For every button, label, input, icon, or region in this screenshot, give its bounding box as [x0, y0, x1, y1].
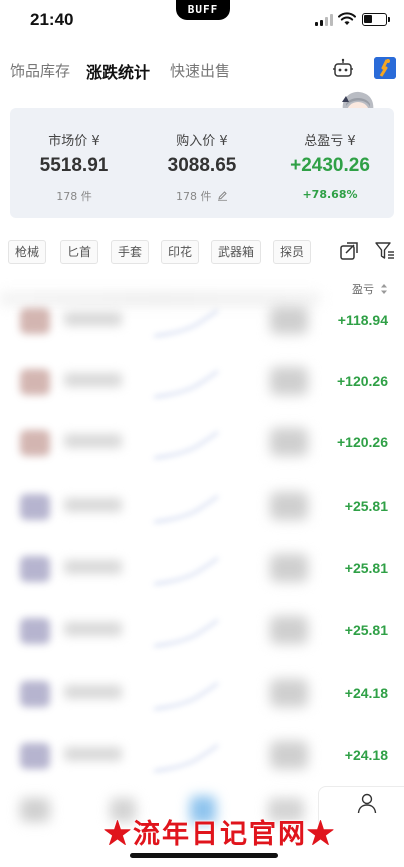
summary-card: 市场价 ¥ 5518.91 178 件 购入价 ¥ 3088.65 178 件 … — [10, 108, 394, 218]
table-row[interactable]: +24.18 — [0, 727, 404, 789]
chip-agents[interactable]: 探员 — [273, 240, 312, 264]
robot-icon[interactable] — [332, 58, 354, 80]
item-thumbnail — [20, 430, 50, 456]
chip-knives[interactable]: 匕首 — [60, 240, 99, 264]
row-profit-value: +120.26 — [337, 373, 388, 389]
item-price-block — [270, 741, 308, 769]
table-row[interactable]: +25.81 — [0, 602, 404, 664]
total-profit-percent: +78.68% — [302, 188, 358, 201]
table-row[interactable]: +120.26 — [0, 353, 404, 415]
pencil-icon[interactable] — [217, 190, 228, 201]
item-name — [64, 498, 122, 512]
row-profit-value: +25.81 — [344, 622, 388, 638]
purchase-price-label: 购入价 ¥ — [176, 134, 228, 149]
item-name — [64, 747, 122, 761]
tab-quick-sell[interactable]: 快速出售 — [170, 60, 230, 81]
price-trend-icon — [153, 744, 219, 772]
status-time: 21:40 — [30, 10, 74, 29]
app-icon[interactable] — [374, 57, 396, 79]
top-nav: 饰品库存 涨跌统计 快速出售 — [0, 52, 404, 88]
row-profit-value: +118.94 — [337, 312, 388, 328]
watermark-text: ★流年日记官网★ — [104, 819, 336, 850]
item-price-block — [270, 554, 308, 582]
price-trend-icon — [153, 370, 219, 398]
row-profit-value: +120.26 — [337, 434, 388, 450]
item-name — [64, 373, 122, 387]
table-row[interactable]: +24.18 — [0, 665, 404, 727]
wifi-icon — [338, 12, 356, 25]
item-price-block — [270, 306, 308, 334]
chip-cases[interactable]: 武器箱 — [211, 240, 262, 264]
purchase-price-count: 178 件 — [176, 190, 212, 203]
market-price-count: 178 件 — [56, 190, 92, 203]
tab-price-stats[interactable]: 涨跌统计 — [86, 59, 150, 83]
purchase-price-value: 3088.65 — [167, 155, 237, 176]
item-price-block — [270, 367, 308, 395]
price-trend-icon — [153, 431, 219, 459]
price-trend-icon — [153, 557, 219, 585]
item-name — [64, 622, 122, 636]
filter-icon[interactable] — [374, 240, 396, 262]
home-indicator[interactable] — [130, 853, 278, 858]
dynamic-island: BUFF — [176, 0, 230, 20]
item-price-block — [270, 428, 308, 456]
table-row[interactable]: +25.81 — [0, 478, 404, 540]
item-name — [64, 312, 122, 326]
total-profit-value: +2430.26 — [290, 155, 370, 176]
item-name — [64, 434, 122, 448]
row-profit-value: +25.81 — [344, 560, 388, 576]
item-name — [64, 560, 122, 574]
table-row[interactable]: +118.94 — [0, 292, 404, 354]
row-profit-value: +24.18 — [344, 747, 388, 763]
purchase-price-count-row[interactable]: 178 件 — [138, 188, 266, 204]
status-bar: 21:40 BUFF — [0, 0, 404, 40]
item-price-block — [270, 616, 308, 644]
price-trend-icon — [153, 495, 219, 523]
table-row[interactable]: +120.26 — [0, 414, 404, 476]
item-thumbnail — [20, 743, 50, 769]
item-price-block — [270, 492, 308, 520]
item-thumbnail — [20, 681, 50, 707]
battery-icon — [362, 13, 390, 26]
item-thumbnail — [20, 494, 50, 520]
tab-inventory[interactable]: 饰品库存 — [10, 60, 70, 81]
market-price-value: 5518.91 — [39, 155, 109, 176]
user-icon[interactable] — [356, 792, 378, 814]
chip-gloves[interactable]: 手套 — [111, 240, 150, 264]
chip-stickers[interactable]: 印花 — [161, 240, 200, 264]
price-trend-icon — [153, 309, 219, 337]
item-price-block — [270, 679, 308, 707]
item-thumbnail — [20, 308, 50, 334]
item-thumbnail — [20, 556, 50, 582]
total-profit-label: 总盈亏 ¥ — [304, 134, 356, 149]
export-icon[interactable] — [338, 240, 360, 262]
price-trend-icon — [153, 619, 219, 647]
chip-guns[interactable]: 枪械 — [8, 240, 47, 264]
market-price-label: 市场价 ¥ — [48, 134, 100, 149]
row-profit-value: +24.18 — [344, 685, 388, 701]
item-name — [64, 685, 122, 699]
item-thumbnail — [20, 369, 50, 395]
item-thumbnail — [20, 618, 50, 644]
row-profit-value: +25.81 — [344, 498, 388, 514]
table-row[interactable]: +25.81 — [0, 540, 404, 602]
cellular-signal-icon — [315, 14, 335, 26]
price-trend-icon — [153, 682, 219, 710]
